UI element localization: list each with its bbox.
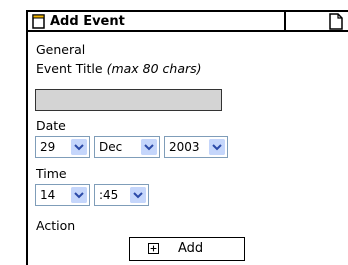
minute-value: :45 (99, 188, 119, 202)
minute-select[interactable]: :45 (94, 184, 149, 206)
chevron-down-icon (130, 187, 146, 203)
action-label: Action (36, 218, 76, 233)
chevron-down-icon (209, 139, 225, 155)
month-select[interactable]: Dec (94, 136, 160, 158)
panel-header: Add Event (28, 10, 348, 32)
event-title-text: Event Title (36, 61, 103, 76)
event-title-input[interactable] (35, 89, 222, 111)
chevron-down-icon (141, 139, 157, 155)
month-value: Dec (99, 140, 123, 154)
page-icon[interactable] (328, 13, 344, 30)
panel-title: Add Event (50, 14, 125, 29)
event-title-hint: (max 80 chars) (106, 61, 202, 76)
hour-value: 14 (40, 188, 56, 202)
chevron-down-icon (71, 139, 87, 155)
day-select[interactable]: 29 (35, 136, 90, 158)
section-general-label: General (36, 42, 86, 57)
chevron-down-icon (71, 187, 87, 203)
plus-icon (148, 243, 159, 254)
add-event-panel: Add Event General Event Title (max 80 ch… (26, 10, 348, 265)
hour-select[interactable]: 14 (35, 184, 90, 206)
document-icon (32, 14, 45, 29)
day-value: 29 (40, 140, 56, 154)
date-label: Date (36, 118, 66, 133)
header-divider (284, 12, 286, 30)
add-button[interactable]: Add (129, 237, 245, 261)
add-button-label: Add (178, 241, 204, 256)
time-label: Time (36, 166, 67, 181)
event-title-label: Event Title (max 80 chars) (36, 61, 202, 77)
year-value: 2003 (169, 140, 200, 154)
year-select[interactable]: 2003 (164, 136, 228, 158)
